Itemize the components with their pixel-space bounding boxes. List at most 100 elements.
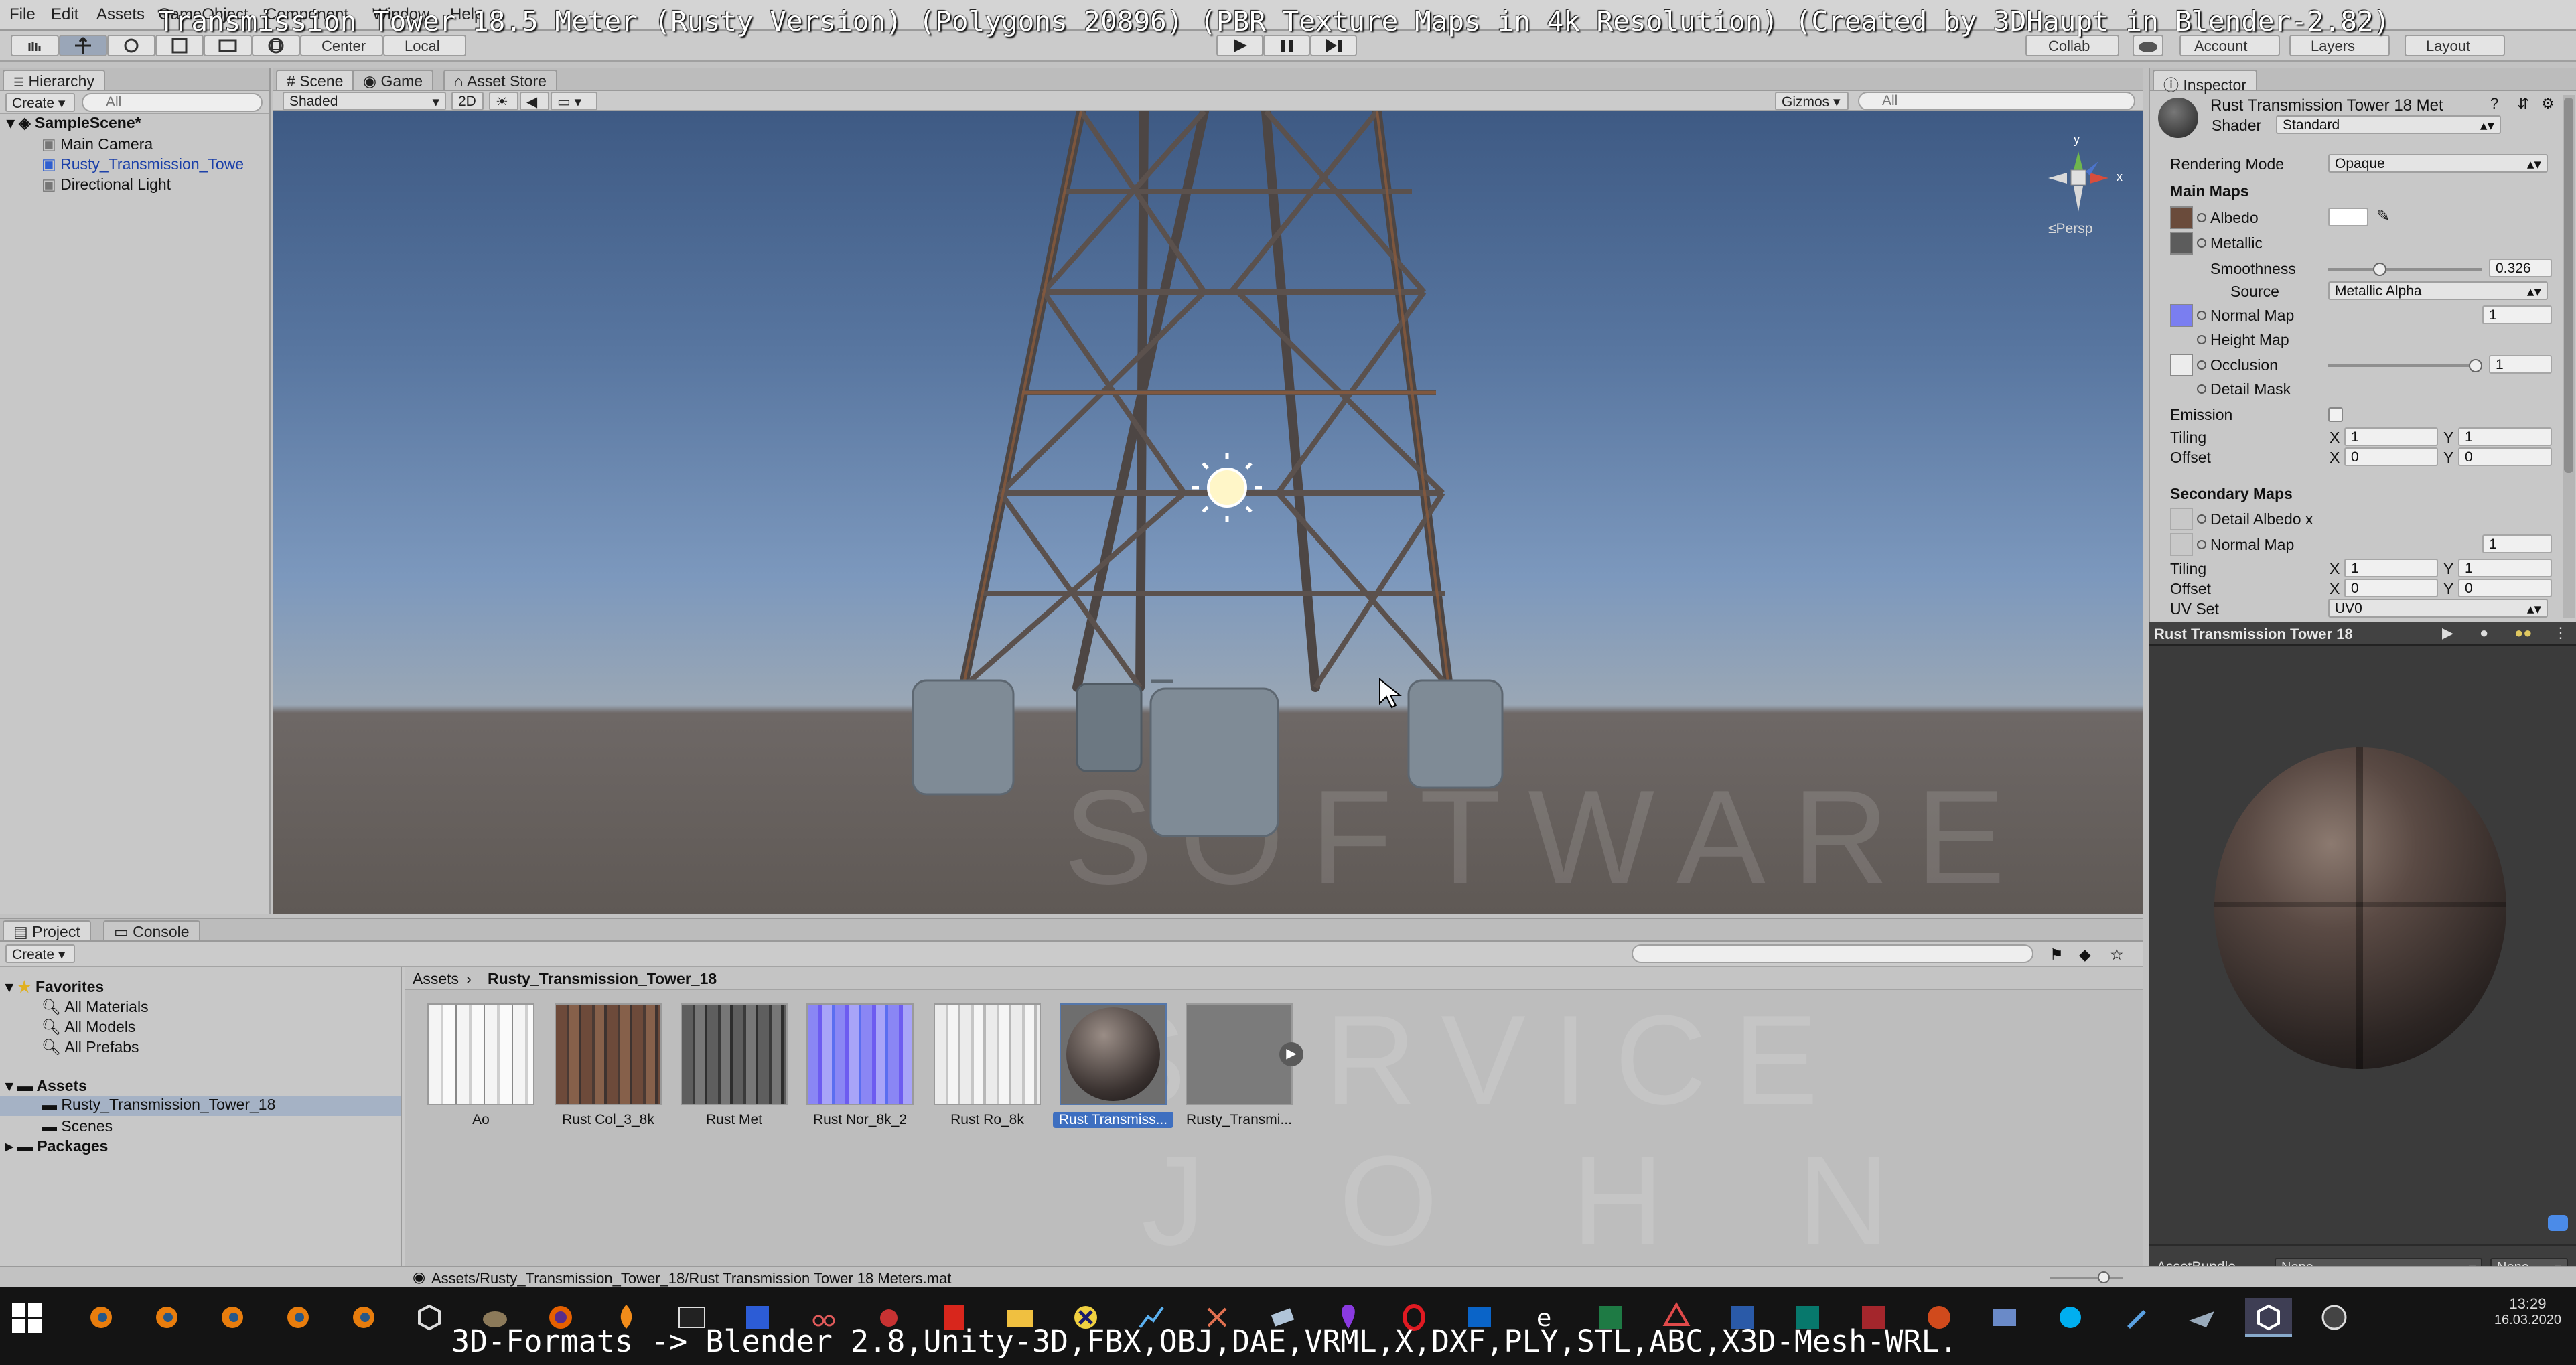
filter-label-icon[interactable]: ◆ <box>2079 946 2091 964</box>
source-dropdown[interactable]: Metallic Alpha ▴▾ <box>2328 281 2548 300</box>
directional-light-gizmo[interactable] <box>1192 453 1262 522</box>
menu-assets[interactable]: Assets <box>96 5 145 24</box>
asset-rust-ro[interactable]: Rust Ro_8k <box>934 1003 1045 1128</box>
folder-scenes[interactable]: ▬ Scenes <box>42 1117 113 1135</box>
tab-asset-store[interactable]: ⌂ Asset Store <box>443 70 557 90</box>
tab-game[interactable]: ◉ Game <box>352 70 434 90</box>
rotate-tool-button[interactable] <box>107 35 155 56</box>
tab-scene[interactable]: # Scene <box>276 70 354 90</box>
scene-search-input[interactable] <box>1858 92 2135 111</box>
hierarchy-item-tower[interactable]: ▣ Rusty_Transmission_Towe <box>42 155 244 173</box>
unity-active-icon[interactable] <box>2245 1298 2292 1337</box>
hierarchy-create-dropdown[interactable]: Create ▾ <box>5 93 75 112</box>
normal-map-picker-dot[interactable] <box>2197 311 2206 320</box>
detail-albedo-picker-dot[interactable] <box>2197 514 2206 524</box>
height-map-picker-dot[interactable] <box>2197 335 2206 344</box>
favorites-group[interactable]: ▾ ★ Favorites <box>5 978 104 996</box>
blender-icon[interactable] <box>213 1298 252 1337</box>
favorite-all-models[interactable]: 🔍︎ All Models <box>42 1018 135 1036</box>
project-create-dropdown[interactable]: Create ▾ <box>5 944 75 963</box>
plane-app-icon[interactable] <box>2182 1298 2221 1337</box>
tab-inspector[interactable]: ⓘ Inspector <box>2153 70 2257 94</box>
expand-arrow-icon[interactable]: ▶ <box>1279 1042 1303 1066</box>
inspector-scrollbar[interactable] <box>2563 95 2575 618</box>
emission-checkbox[interactable] <box>2328 407 2343 422</box>
scene-viewport[interactable]: SOFTWARE y x ≤Persp <box>273 111 2143 914</box>
thumbnail-size-handle[interactable] <box>2098 1271 2110 1283</box>
secondary-tiling-y-field[interactable]: 1 <box>2458 559 2552 577</box>
smoothness-slider-handle[interactable] <box>2373 263 2386 276</box>
network-app-icon[interactable] <box>1985 1298 2024 1337</box>
gear-icon[interactable]: ⚙ <box>2541 95 2555 113</box>
folder-rusty-transmission-tower[interactable]: ▬ Rusty_Transmission_Tower_18 <box>0 1096 401 1116</box>
audio-toggle[interactable]: ◀ <box>520 92 549 111</box>
account-dropdown[interactable]: Account <box>2179 35 2280 56</box>
albedo-picker-dot[interactable] <box>2197 213 2206 222</box>
tab-project[interactable]: ▤ Project <box>3 920 91 940</box>
collab-dropdown[interactable]: Collab <box>2025 35 2119 56</box>
tab-hierarchy[interactable]: ☰ Hierarchy <box>3 70 105 90</box>
rect-tool-button[interactable] <box>204 35 252 56</box>
persp-label[interactable]: ≤Persp <box>2048 221 2092 237</box>
normal-map-scale-field[interactable]: 1 <box>2482 305 2552 324</box>
breadcrumb-current-folder[interactable]: Rusty_Transmission_Tower_18 <box>488 970 717 988</box>
blender-icon[interactable] <box>147 1298 186 1337</box>
scene-orientation-gizmo[interactable]: y x ≤Persp <box>2028 131 2129 245</box>
secondary-offset-y-field[interactable]: 0 <box>2458 579 2552 597</box>
smoothness-slider-track[interactable] <box>2328 268 2482 271</box>
asset-ao[interactable]: Ao <box>427 1003 539 1128</box>
preview-light-icon[interactable]: ●● <box>2514 624 2532 642</box>
play-preview-icon[interactable]: ▶ <box>2442 624 2453 642</box>
blender-icon[interactable] <box>279 1298 317 1337</box>
assets-group[interactable]: ▾ ▬ Assets <box>5 1077 87 1095</box>
metallic-texture-slot[interactable] <box>2170 232 2193 255</box>
play-button[interactable] <box>1216 35 1263 56</box>
project-search-input[interactable] <box>1632 944 2033 963</box>
favorite-all-prefabs[interactable]: 🔍︎ All Prefabs <box>42 1038 139 1056</box>
shading-mode-dropdown[interactable]: Shaded ▾ <box>283 92 446 111</box>
favorite-all-materials[interactable]: 🔍︎ All Materials <box>42 998 149 1016</box>
hierarchy-search-input[interactable] <box>82 93 263 112</box>
tiling-x-field[interactable]: 1 <box>2344 427 2438 446</box>
hierarchy-item-directional-light[interactable]: ▣ Directional Light <box>42 175 171 194</box>
packages-group[interactable]: ▸ ▬ Packages <box>5 1137 108 1155</box>
preview-sphere-icon[interactable]: ● <box>2480 624 2488 642</box>
secondary-normal-scale-field[interactable]: 1 <box>2482 534 2552 553</box>
effects-dropdown[interactable]: ▭ ▾ <box>551 92 597 111</box>
occlusion-picker-dot[interactable] <box>2197 360 2206 370</box>
secondary-normal-slot[interactable] <box>2170 533 2193 556</box>
unity-icon[interactable] <box>410 1298 449 1337</box>
albedo-texture-slot[interactable] <box>2170 206 2193 229</box>
asset-label-icon[interactable] <box>2548 1215 2568 1231</box>
albedo-color-field[interactable] <box>2328 208 2368 226</box>
scale-tool-button[interactable] <box>155 35 204 56</box>
favorite-star-icon[interactable]: ☆ <box>2110 946 2124 964</box>
secondary-tiling-x-field[interactable]: 1 <box>2344 559 2438 577</box>
material-preview-sphere[interactable] <box>2214 747 2506 1069</box>
occlusion-value-field[interactable]: 1 <box>2489 355 2552 374</box>
occlusion-slider-handle[interactable] <box>2469 359 2482 372</box>
gizmos-dropdown[interactable]: Gizmos ▾ <box>1775 92 1849 111</box>
menu-edit[interactable]: Edit <box>51 5 78 24</box>
secondary-normal-picker-dot[interactable] <box>2197 540 2206 549</box>
layers-dropdown[interactable]: Layers <box>2289 35 2390 56</box>
2d-toggle[interactable]: 2D <box>451 92 484 111</box>
cloud-button[interactable] <box>2133 35 2163 56</box>
inspector-scrollbar-thumb[interactable] <box>2564 98 2573 473</box>
lighting-toggle[interactable]: ☀ <box>489 92 518 111</box>
menu-file[interactable]: File <box>9 5 35 24</box>
pause-button[interactable] <box>1263 35 1310 56</box>
occlusion-texture-slot[interactable] <box>2170 354 2193 376</box>
step-button[interactable] <box>1310 35 1357 56</box>
windows-start-icon[interactable] <box>12 1303 42 1333</box>
tab-console[interactable]: ▭ Console <box>103 920 200 940</box>
scene-root[interactable]: ▾ ◈ SampleScene* <box>7 114 141 132</box>
occlusion-slider-track[interactable] <box>2328 364 2482 367</box>
hand-tool-button[interactable] <box>11 35 59 56</box>
blender-icon[interactable] <box>344 1298 383 1337</box>
rendering-mode-dropdown[interactable]: Opaque ▴▾ <box>2328 154 2548 173</box>
skype-icon[interactable] <box>2051 1298 2090 1337</box>
filter-type-icon[interactable]: ⚑ <box>2050 946 2064 964</box>
pivot-center-button[interactable]: Center <box>300 35 383 56</box>
detail-albedo-slot[interactable] <box>2170 508 2193 530</box>
